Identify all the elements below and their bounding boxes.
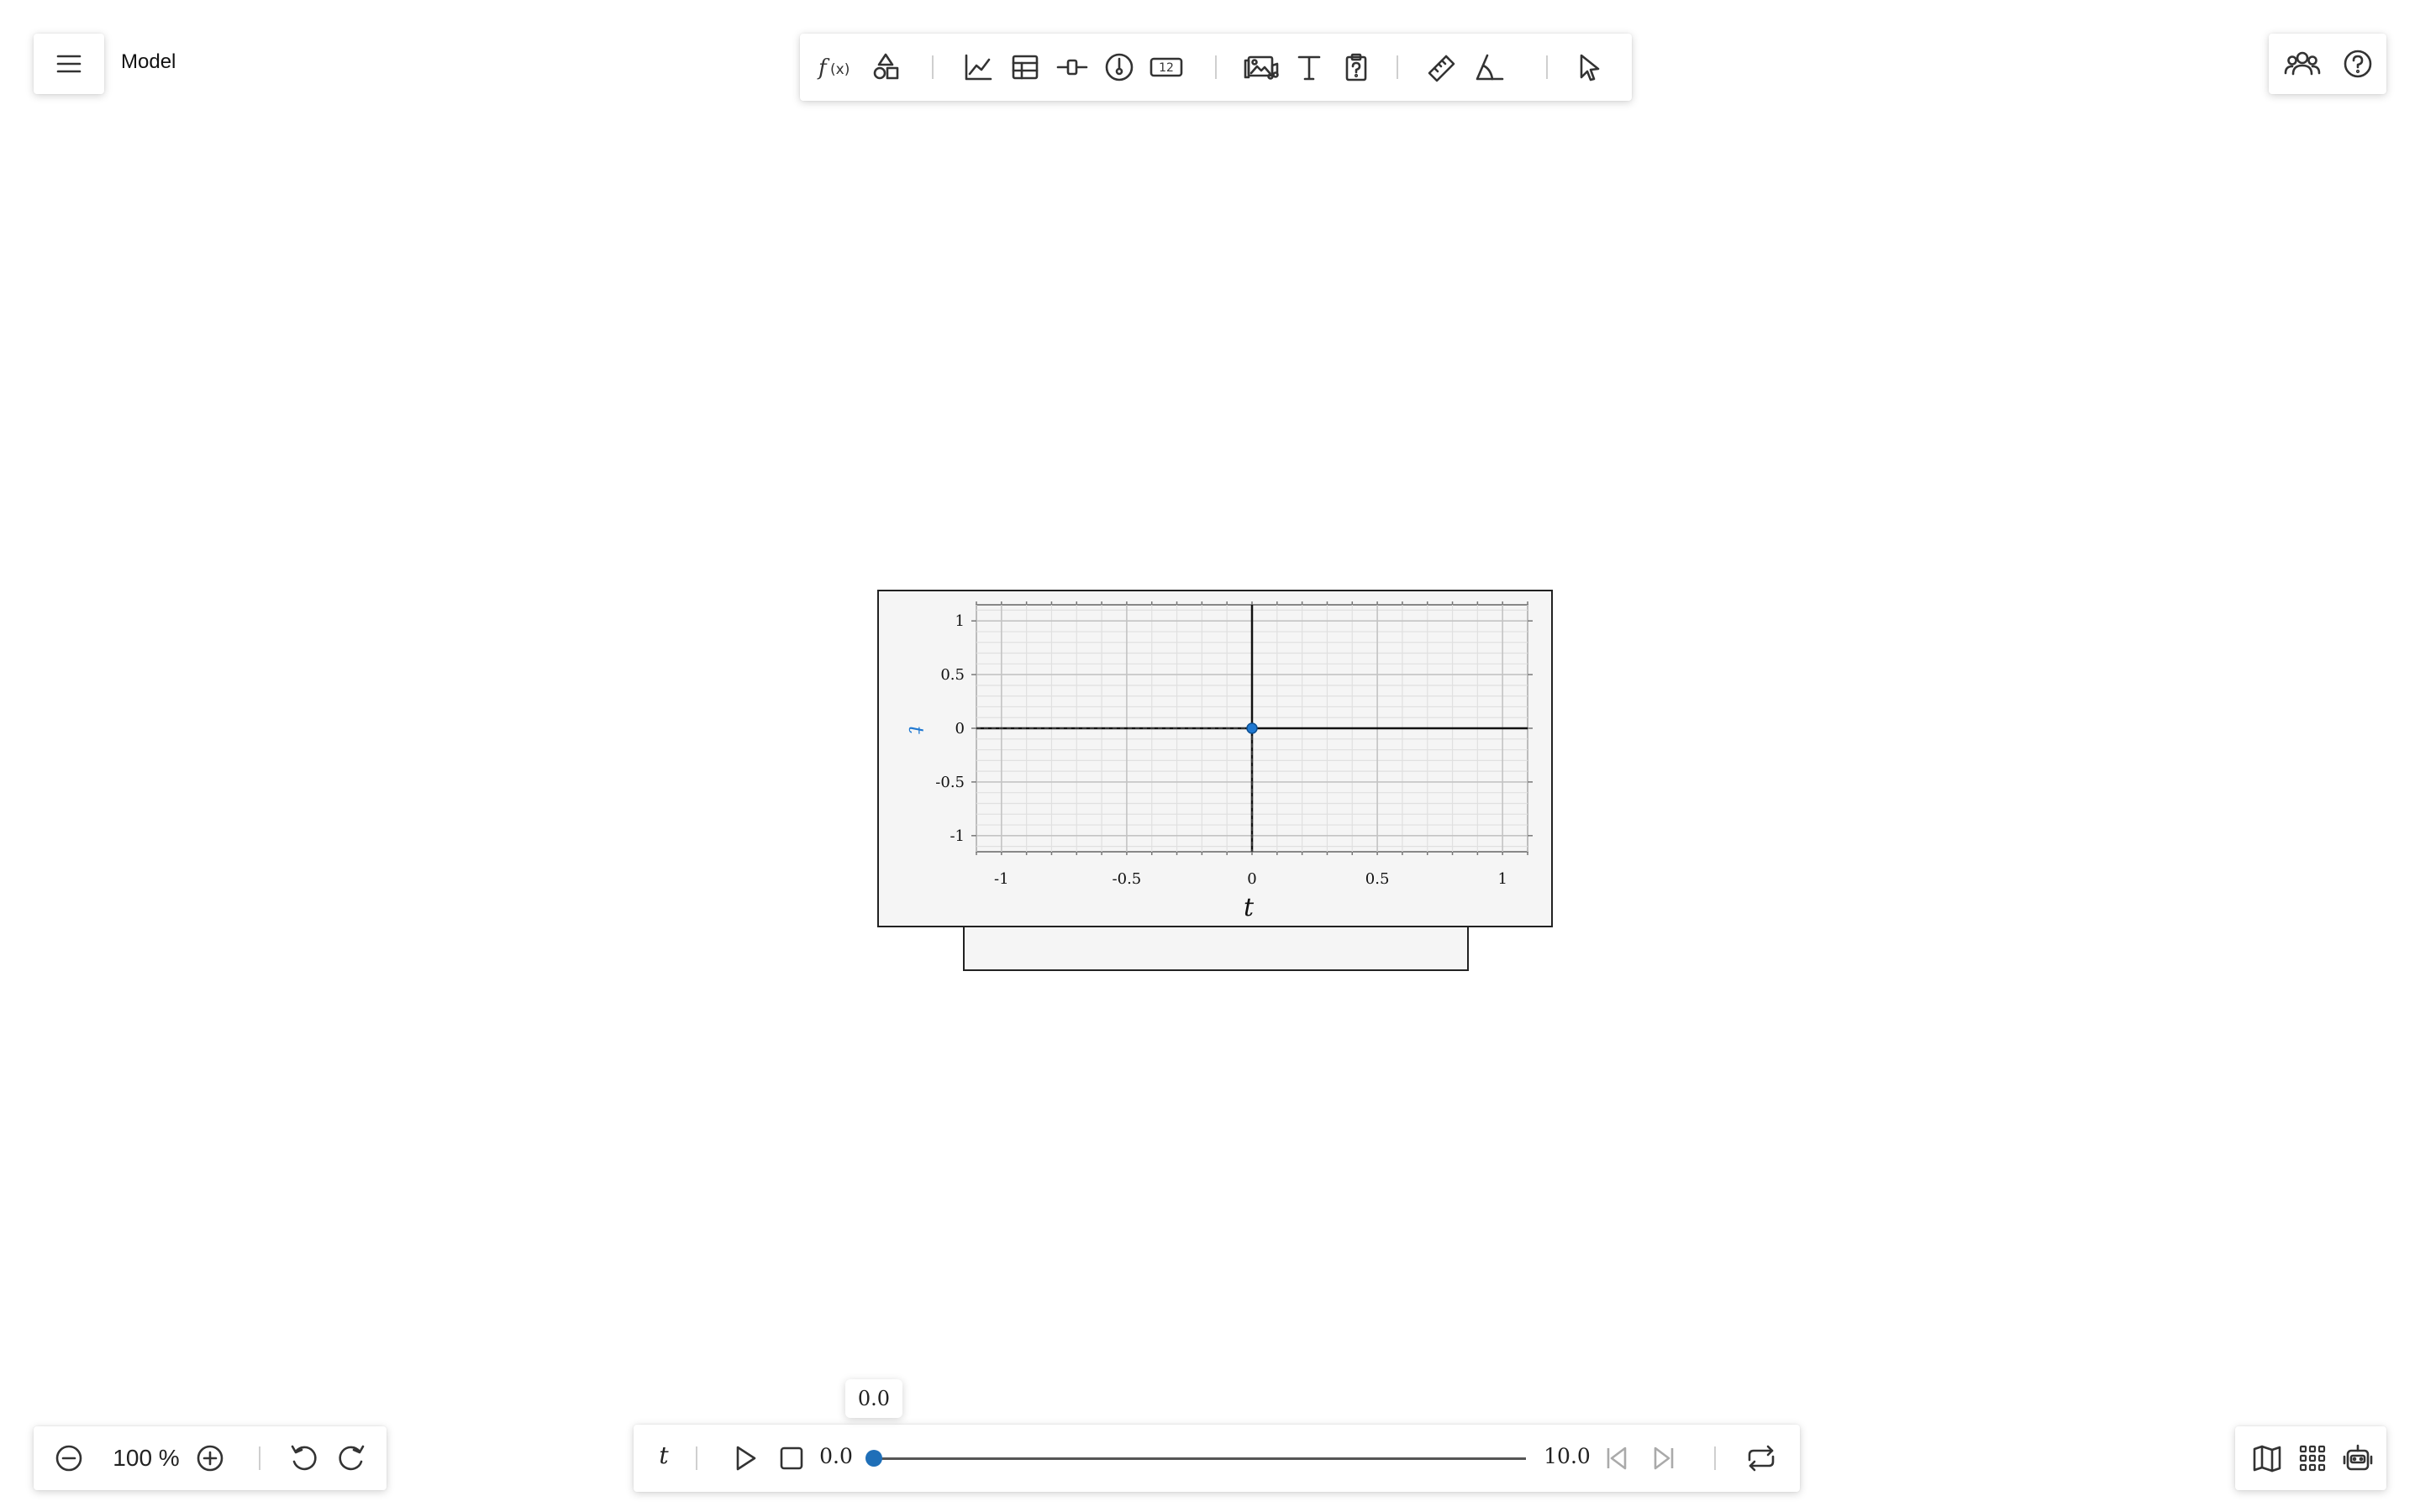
x-tick-label: 0 (1247, 870, 1256, 888)
y-tick-label: 1 (955, 612, 965, 630)
main-menu-button[interactable] (34, 34, 104, 94)
clipboard-question-icon[interactable] (1339, 50, 1373, 84)
redo-icon[interactable] (334, 1441, 368, 1475)
apps-grid-icon[interactable] (2296, 1441, 2329, 1475)
play-icon[interactable] (728, 1441, 761, 1475)
graph-tile-footer[interactable] (963, 927, 1469, 971)
timeline-track (874, 1457, 1526, 1460)
help-icon[interactable] (2341, 47, 2375, 81)
zoom-in-icon[interactable] (195, 1443, 225, 1473)
text-icon[interactable] (1292, 50, 1326, 84)
gauge-icon[interactable] (1102, 50, 1136, 84)
robot-icon[interactable] (2341, 1441, 2375, 1475)
timeline-value-tooltip-text: 0.0 (857, 1387, 891, 1410)
y-axis-label: t (904, 726, 928, 734)
top-toolbar: f (x) 12 (800, 34, 1632, 101)
x-axis-label: t (1244, 893, 1255, 922)
loop-icon[interactable] (1744, 1441, 1778, 1475)
line-graph-icon[interactable] (961, 50, 995, 84)
x-tick-label: 0.5 (1365, 870, 1390, 888)
x-tick-label: -1 (994, 870, 1009, 888)
table-icon[interactable] (1008, 50, 1042, 84)
bottom-right-panel (2235, 1426, 2386, 1490)
top-right-panel (2269, 34, 2386, 94)
document-title[interactable]: Model (121, 50, 176, 74)
animation-variable[interactable]: t (652, 1441, 676, 1469)
animation-end-value: 10.0 (1544, 1444, 1591, 1468)
zoom-panel: 100 % (34, 1426, 387, 1490)
svg-text:(x): (x) (830, 61, 850, 78)
data-points (1246, 722, 1258, 734)
animation-panel: t 0.0 10.0 (634, 1425, 1800, 1492)
animation-timeline[interactable] (865, 1450, 1526, 1467)
data-point (1246, 722, 1258, 734)
number-display-icon[interactable]: 12 (1146, 50, 1186, 84)
y-tick-label: 0.5 (940, 666, 965, 684)
zoom-level[interactable]: 100 % (104, 1445, 188, 1472)
stop-icon[interactable] (775, 1441, 808, 1475)
collaborators-icon[interactable] (2284, 47, 2321, 81)
animation-start-value: 0.0 (819, 1444, 853, 1468)
y-tick-label: 0 (955, 720, 965, 738)
ruler-icon[interactable] (1425, 50, 1459, 84)
x-tick-label: -0.5 (1113, 870, 1142, 888)
zoom-out-icon[interactable] (54, 1443, 84, 1473)
timeline-scrubber[interactable] (865, 1450, 882, 1467)
step-back-icon[interactable] (1600, 1441, 1634, 1475)
timeline-value-tooltip: 0.0 (845, 1379, 902, 1418)
slider-icon[interactable] (1055, 50, 1089, 84)
y-tick-label: -0.5 (935, 774, 965, 791)
hamburger-menu-icon (55, 54, 82, 74)
undo-icon[interactable] (287, 1441, 321, 1475)
map-icon[interactable] (2250, 1441, 2284, 1475)
fx-icon[interactable]: f (x) (815, 50, 855, 84)
graph-chart: -1 -0.5 0 0.5 1 1 0.5 0 -0.5 -1 t t (904, 601, 1533, 922)
protractor-icon[interactable] (1472, 50, 1506, 84)
x-tick-label: 1 (1497, 870, 1507, 888)
y-tick-label: -1 (950, 827, 965, 845)
svg-text:12: 12 (1159, 61, 1174, 75)
step-forward-icon[interactable] (1647, 1441, 1681, 1475)
y-tick-labels: 1 0.5 0 -0.5 -1 (935, 612, 965, 845)
shapes-icon[interactable] (869, 50, 902, 84)
pointer-icon[interactable] (1573, 50, 1607, 84)
x-tick-labels: -1 -0.5 0 0.5 1 (994, 870, 1507, 888)
svg-text:f: f (817, 55, 830, 81)
media-icon[interactable] (1242, 50, 1282, 84)
